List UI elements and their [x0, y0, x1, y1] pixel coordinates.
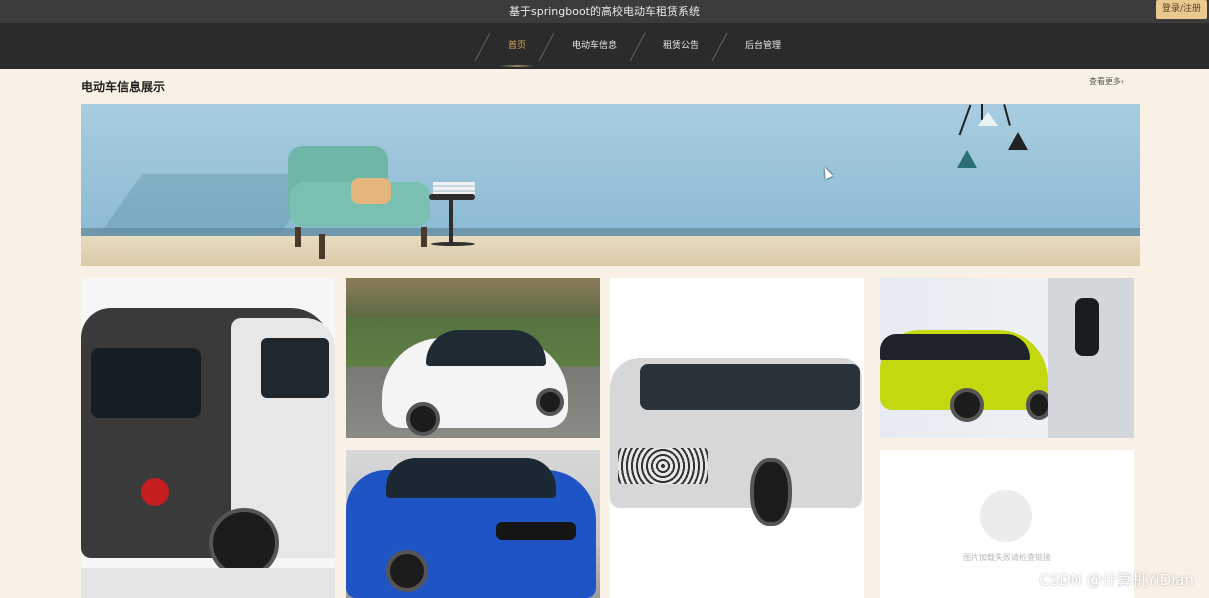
nav-item-home[interactable]: 首页 — [474, 23, 544, 69]
car-rear-window — [91, 348, 201, 418]
car-windshield — [386, 458, 556, 498]
login-register-button[interactable]: 登录/注册 — [1155, 0, 1207, 19]
car-windows — [640, 364, 860, 410]
nav-divider — [474, 33, 509, 61]
nav-item-rental-notice[interactable]: 租赁公告 — [629, 23, 717, 69]
lamp-shade — [957, 150, 977, 168]
nav-divider — [629, 33, 664, 61]
nav-item-label: 租赁公告 — [663, 41, 700, 51]
car-wheel — [386, 550, 428, 592]
ebike-card[interactable] — [880, 278, 1134, 438]
side-table-base — [431, 242, 475, 246]
chair-leg — [319, 234, 325, 259]
side-table-leg — [449, 200, 453, 244]
ebike-card[interactable] — [346, 450, 600, 598]
nav-item-admin[interactable]: 后台管理 — [711, 23, 799, 69]
nav-divider — [711, 33, 746, 61]
main-nav: 首页 电动车信息 租赁公告 后台管理 — [0, 23, 1209, 69]
nav-item-label: 电动车信息 — [572, 41, 618, 51]
ebike-card[interactable] — [346, 278, 600, 438]
lamp-shade — [978, 112, 998, 126]
background-trees — [346, 278, 600, 318]
book-stack — [433, 182, 475, 194]
ebike-card[interactable] — [610, 278, 864, 598]
car-front-grille — [618, 448, 708, 484]
lamp-arm — [958, 104, 972, 136]
car-grille — [496, 522, 576, 540]
csdn-watermark: CSDN @计算机YiDian — [1039, 571, 1194, 589]
nav-item-label: 后台管理 — [745, 41, 782, 51]
nav-item-label: 首页 — [508, 41, 527, 51]
chair-leg — [295, 227, 301, 247]
pillow — [351, 178, 391, 204]
section-title: 电动车信息展示 — [81, 80, 166, 94]
image-placeholder-icon — [980, 490, 1032, 542]
site-title: 基于springboot的高校电动车租赁系统 — [508, 5, 700, 18]
site-title-bar: 基于springboot的高校电动车租赁系统 — [0, 0, 1209, 23]
nav-divider — [538, 33, 573, 61]
car-wheel — [750, 458, 792, 526]
nav-item-ebike-info[interactable]: 电动车信息 — [538, 23, 635, 69]
banner-floor — [81, 236, 1140, 266]
car-floor — [81, 568, 335, 598]
hero-banner — [81, 104, 1140, 266]
car-windows — [880, 334, 1030, 360]
placeholder-caption: 图片加载失败请检查链接 — [963, 553, 1051, 562]
car-wheel — [950, 388, 984, 422]
chair-leg — [421, 227, 427, 247]
car-wheel — [406, 402, 440, 436]
view-more-link[interactable]: 查看更多› — [1089, 76, 1124, 87]
lamp-arm — [1003, 104, 1011, 126]
charger-icon — [1075, 298, 1099, 356]
lamp-shade — [1008, 132, 1028, 150]
car-windshield — [426, 330, 546, 366]
ebike-card[interactable] — [81, 278, 335, 598]
car-wheel — [536, 388, 564, 416]
car-side-window — [261, 338, 329, 398]
car-taillight — [141, 478, 169, 506]
